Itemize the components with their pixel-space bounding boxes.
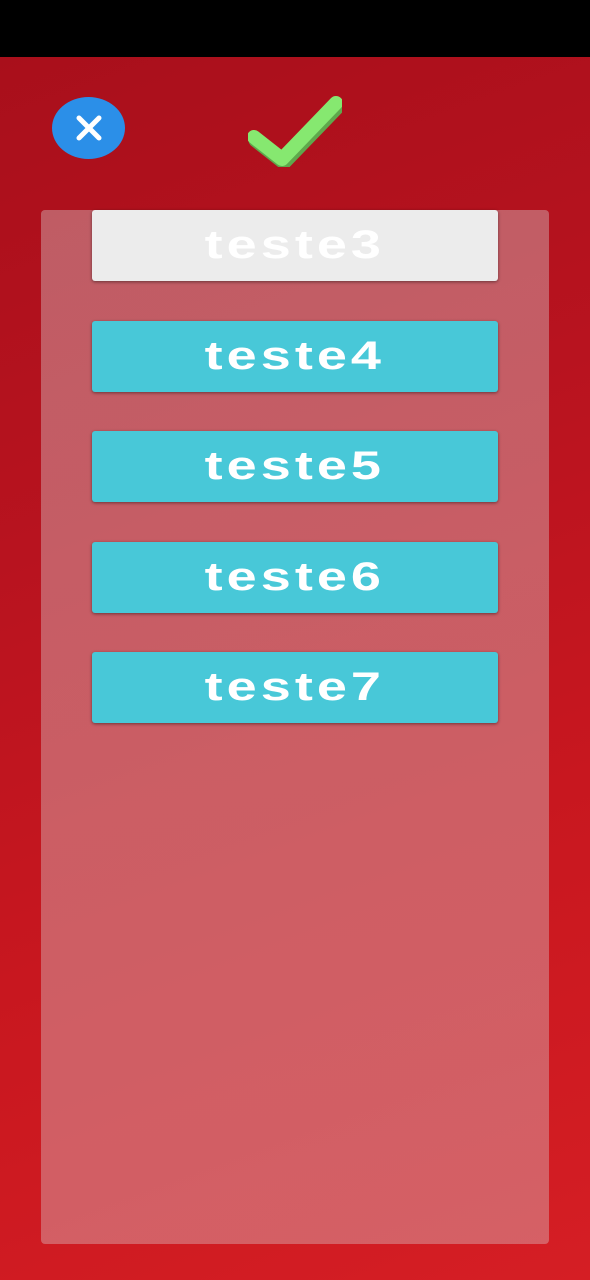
close-button[interactable] <box>52 97 125 159</box>
option-label: teste4 <box>204 334 386 378</box>
close-icon <box>74 113 104 143</box>
option-label: teste5 <box>204 444 386 488</box>
options-panel: teste3 teste4 teste5 teste6 teste7 <box>41 210 549 1244</box>
option-item[interactable]: teste5 <box>92 431 498 502</box>
option-item[interactable]: teste4 <box>92 321 498 392</box>
option-item[interactable]: teste6 <box>92 542 498 613</box>
option-label: teste7 <box>204 665 386 709</box>
app-screen: teste3 teste4 teste5 teste6 teste7 <box>0 57 590 1280</box>
checkmark-icon <box>248 95 342 167</box>
confirm-button[interactable] <box>248 95 342 167</box>
option-label: teste6 <box>204 555 386 599</box>
option-item[interactable]: teste3 <box>92 210 498 281</box>
option-label: teste3 <box>204 223 386 267</box>
status-bar <box>0 0 590 57</box>
option-item[interactable]: teste7 <box>92 652 498 723</box>
